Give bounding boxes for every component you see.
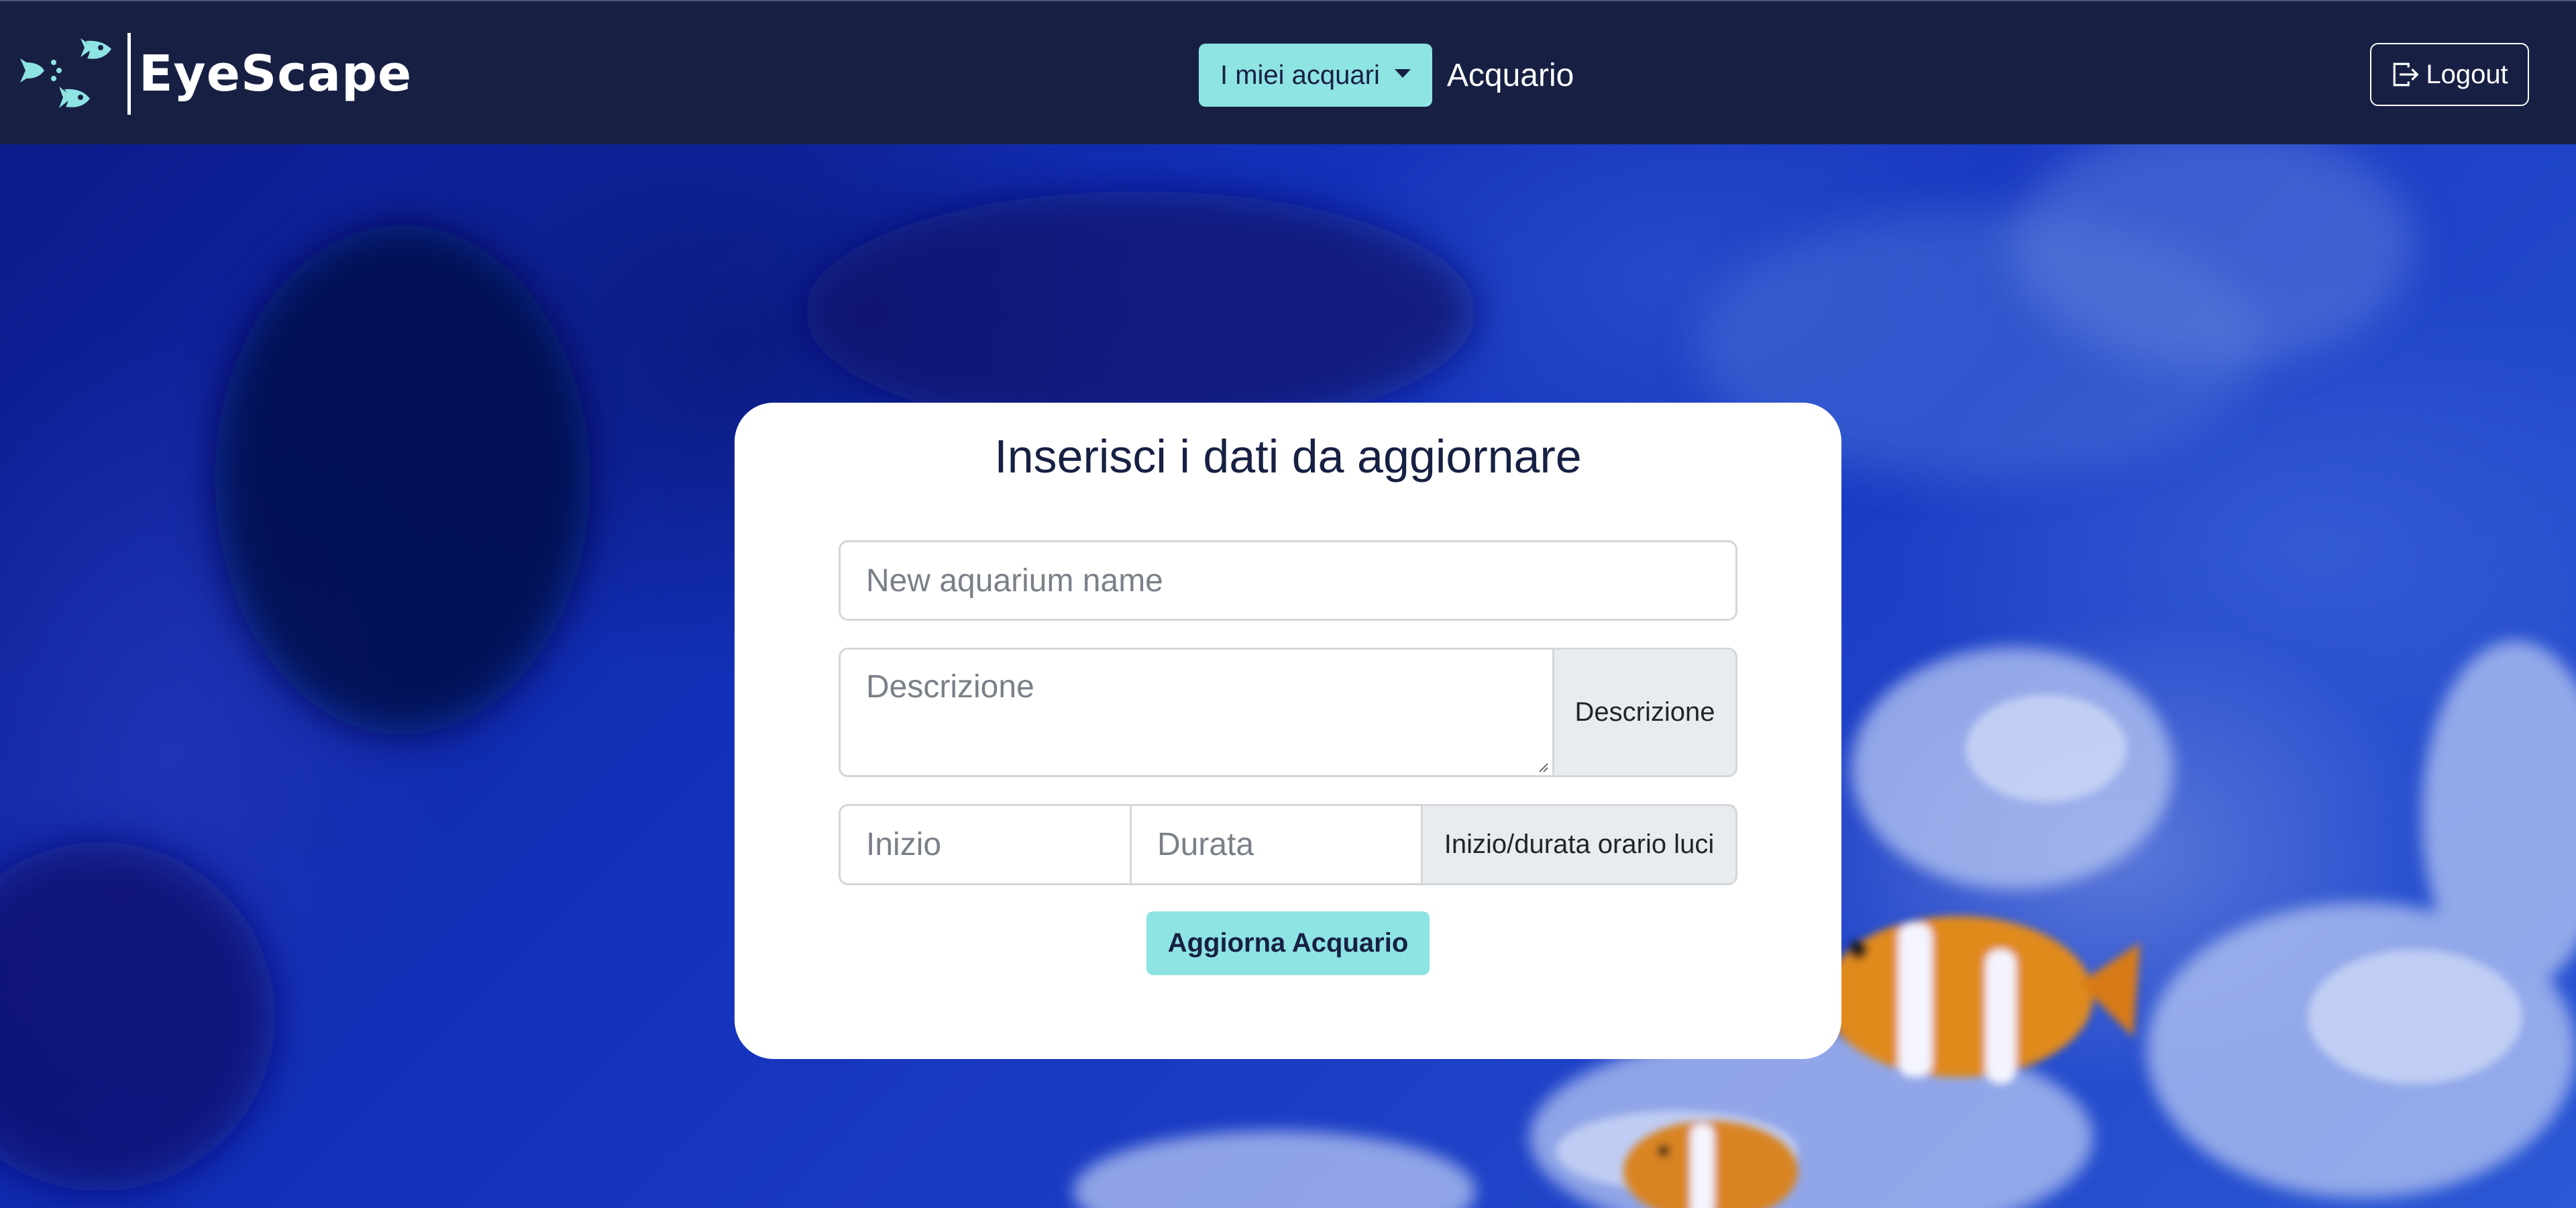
brand-name: EyeScape	[139, 44, 413, 103]
aquarium-name-input[interactable]	[839, 540, 1737, 621]
resize-grip-icon[interactable]	[1536, 760, 1548, 772]
fish-school-icon	[20, 38, 111, 108]
logout-label: Logout	[2426, 59, 2508, 89]
lights-start-input[interactable]	[839, 804, 1132, 885]
description-textarea[interactable]	[839, 648, 1554, 777]
nav-center: I miei acquari Acquario	[1199, 44, 1574, 107]
description-input-group: Descrizione	[839, 648, 1737, 777]
caret-down-icon	[1394, 68, 1411, 78]
box-arrow-right-icon	[2394, 62, 2419, 87]
brand[interactable]: EyeScape	[19, 32, 412, 115]
brand-divider	[127, 32, 131, 115]
form-title: Inserisci i dati da aggiornare	[994, 430, 1582, 483]
description-addon-label: Descrizione	[1552, 648, 1737, 777]
update-aquarium-button[interactable]: Aggiorna Acquario	[1146, 911, 1430, 975]
my-aquariums-dropdown[interactable]: I miei acquari	[1199, 44, 1432, 107]
lights-duration-input[interactable]	[1130, 804, 1423, 885]
update-aquarium-card: Inserisci i dati da aggiornare Descrizio…	[735, 403, 1841, 1059]
lights-time-input-group: Inizio/durata orario luci	[839, 804, 1737, 885]
navbar: EyeScape I miei acquari Acquario Logout	[0, 0, 2576, 144]
dropdown-label: I miei acquari	[1220, 60, 1380, 90]
logout-button[interactable]: Logout	[2370, 43, 2529, 106]
lights-schedule-addon-label: Inizio/durata orario luci	[1421, 804, 1737, 885]
aquarium-link[interactable]: Acquario	[1447, 57, 1574, 94]
